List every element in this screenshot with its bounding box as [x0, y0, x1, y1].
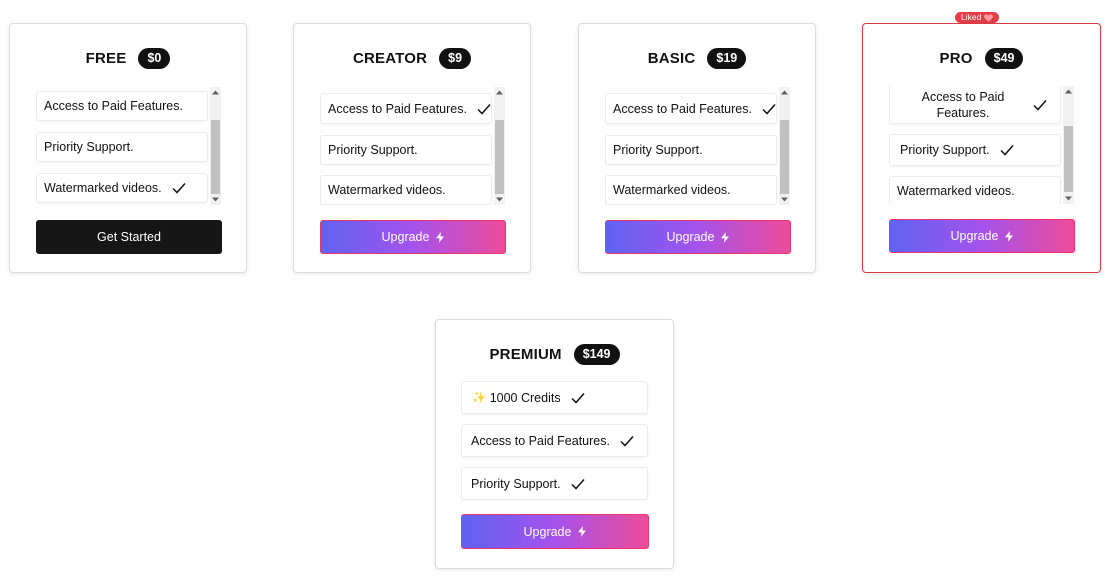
bolt-icon: [1005, 230, 1014, 242]
feature-item: Watermarked videos.: [36, 173, 208, 203]
feature-list: Access to Paid Features. Priority Suppor…: [889, 86, 1074, 204]
price-badge: $0: [138, 48, 171, 69]
liked-label: Liked: [961, 12, 982, 22]
get-started-button[interactable]: Get Started: [36, 220, 222, 254]
feature-item: Watermarked videos.: [320, 175, 492, 205]
scroll-up-arrow-icon[interactable]: [779, 87, 790, 98]
feature-text: Access to Paid Features.: [44, 99, 183, 113]
upgrade-button[interactable]: Upgrade: [461, 514, 649, 549]
card-header: FREE $0: [10, 48, 246, 69]
feature-text: Access to Paid Features.: [613, 101, 752, 116]
check-icon: [571, 478, 585, 490]
feature-text: Watermarked videos.: [328, 183, 446, 197]
feature-text: 1000 Credits: [489, 390, 561, 405]
plan-card-basic: BASIC $19 Access to Paid Features. Prior…: [578, 23, 816, 273]
check-icon: [571, 392, 585, 404]
plan-name: PREMIUM: [489, 346, 562, 363]
feature-text: Watermarked videos.: [897, 184, 1015, 198]
check-icon: [1000, 144, 1014, 156]
price-badge: $149: [573, 344, 620, 365]
feature-item: Priority Support.: [320, 135, 492, 165]
feature-list: Access to Paid Features. Priority Suppor…: [320, 87, 505, 205]
scroll-thumb[interactable]: [495, 120, 504, 194]
feature-item: ✨ 1000 Credits: [461, 381, 648, 414]
scroll-down-arrow-icon[interactable]: [779, 194, 790, 205]
scroll-up-arrow-icon[interactable]: [494, 87, 505, 98]
feature-text: Priority Support.: [328, 143, 418, 157]
bolt-icon: [436, 231, 445, 243]
feature-item: Priority Support.: [36, 132, 208, 162]
check-icon: [172, 182, 186, 194]
plan-card-free: FREE $0 Access to Paid Features. Priorit…: [9, 23, 247, 273]
feature-item: Priority Support.: [461, 467, 648, 500]
card-header: PRO $49: [863, 48, 1100, 69]
feature-item: Access to Paid Features.: [36, 91, 208, 121]
check-icon: [477, 103, 491, 115]
plan-card-pro: PRO $49 Access to Paid Features. Priorit…: [862, 23, 1101, 273]
scroll-thumb[interactable]: [780, 120, 789, 194]
bolt-icon: [578, 526, 587, 537]
upgrade-button[interactable]: Upgrade: [605, 220, 791, 254]
scrollbar[interactable]: [494, 87, 505, 205]
check-icon: [762, 103, 776, 115]
price-badge: $49: [984, 48, 1024, 69]
feature-text: Priority Support.: [900, 143, 990, 157]
plan-card-creator: CREATOR $9 Access to Paid Features. Prio…: [293, 23, 531, 273]
scroll-down-arrow-icon[interactable]: [210, 194, 221, 205]
sparkle-icon: ✨: [472, 392, 486, 404]
feature-text: Access to Paid Features.: [471, 433, 610, 448]
price-badge: $19: [707, 48, 747, 69]
feature-list: ✨ 1000 Credits Access to Paid Features. …: [461, 381, 649, 501]
feature-item: Access to Paid Features.: [320, 93, 492, 124]
plan-name: FREE: [85, 50, 127, 67]
scrollbar[interactable]: [210, 87, 221, 205]
feature-text: Access to Paid Features.: [921, 89, 1005, 120]
button-label: Upgrade: [523, 524, 572, 539]
button-label: Upgrade: [666, 230, 715, 244]
upgrade-button[interactable]: Upgrade: [320, 220, 506, 254]
feature-text: Priority Support.: [44, 140, 134, 154]
scrollbar[interactable]: [1063, 86, 1074, 204]
scrollbar[interactable]: [779, 87, 790, 205]
feature-item: Priority Support.: [889, 134, 1061, 166]
feature-list: Access to Paid Features. Priority Suppor…: [605, 87, 790, 205]
heart-icon: [984, 13, 994, 22]
feature-item: Watermarked videos.: [605, 175, 777, 205]
feature-text: Priority Support.: [613, 143, 703, 157]
plan-name: BASIC: [647, 50, 696, 67]
feature-text: Watermarked videos.: [44, 181, 162, 195]
feature-list: Access to Paid Features. Priority Suppor…: [36, 87, 221, 205]
scroll-down-arrow-icon[interactable]: [1063, 193, 1074, 204]
feature-item: Access to Paid Features.: [605, 93, 777, 124]
feature-item: Priority Support.: [605, 135, 777, 165]
card-header: PREMIUM $149: [436, 344, 673, 365]
scroll-up-arrow-icon[interactable]: [1063, 86, 1074, 97]
bolt-icon: [721, 231, 730, 243]
plan-name: CREATOR: [352, 50, 428, 67]
scroll-thumb[interactable]: [211, 120, 220, 194]
feature-text: Watermarked videos.: [613, 183, 731, 197]
card-header: CREATOR $9: [294, 48, 530, 69]
button-label: Upgrade: [381, 230, 430, 244]
feature-text: Access to Paid Features.: [328, 101, 467, 116]
scroll-down-arrow-icon[interactable]: [494, 194, 505, 205]
feature-item: Access to Paid Features.: [889, 86, 1061, 124]
check-icon: [1033, 99, 1047, 111]
upgrade-button[interactable]: Upgrade: [889, 219, 1075, 253]
feature-item: Watermarked videos.: [889, 176, 1061, 204]
card-header: BASIC $19: [579, 48, 815, 69]
plan-card-premium: PREMIUM $149 ✨ 1000 Credits Access to Pa…: [435, 319, 674, 569]
liked-badge: Liked: [955, 12, 1000, 23]
plan-name: PRO: [939, 50, 973, 67]
scroll-up-arrow-icon[interactable]: [210, 87, 221, 98]
scroll-thumb[interactable]: [1064, 126, 1073, 192]
check-icon: [620, 435, 634, 447]
button-label: Upgrade: [950, 229, 999, 243]
feature-text: Priority Support.: [471, 476, 561, 491]
price-badge: $9: [439, 48, 472, 69]
button-label: Get Started: [97, 230, 161, 244]
feature-item: Access to Paid Features.: [461, 424, 648, 457]
